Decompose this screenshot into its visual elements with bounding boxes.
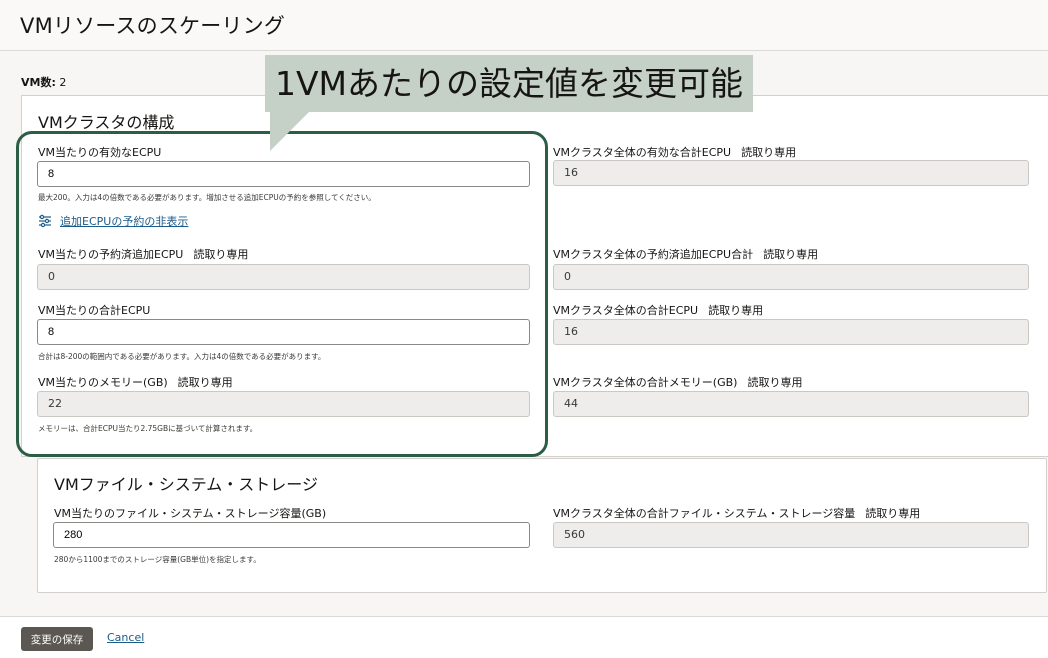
cluster-reserved-field: 0 (553, 264, 1029, 290)
page-title: VMリソースのスケーリング (20, 14, 286, 38)
cluster-ecpu-label-text: VMクラスタ全体の有効な合計ECPU (553, 146, 732, 159)
cluster-storage-label-text: VMクラスタ全体の合計ファイル・システム・ストレージ容量 (553, 507, 856, 520)
per-vm-storage-label: VM当たりのファイル・システム・ストレージ容量(GB) (54, 507, 327, 520)
highlight-box (16, 131, 548, 457)
cluster-total-label-text: VMクラスタ全体の合計ECPU (553, 304, 699, 317)
read-only-tag: 読取り専用 (763, 248, 819, 261)
vm-count-label: VM数: (21, 76, 56, 89)
per-vm-storage-hint: 280から1100までのストレージ容量(GB単位)を指定します。 (54, 555, 261, 564)
cancel-link[interactable]: Cancel (107, 631, 144, 644)
callout-box: 1VMあたりの設定値を変更可能 (265, 55, 753, 112)
vm-cluster-config-title: VMクラスタの構成 (38, 113, 175, 132)
cluster-reserved-label-text: VMクラスタ全体の予約済追加ECPU合計 (553, 248, 754, 261)
cluster-ecpu-field: 16 (553, 160, 1029, 186)
per-vm-storage-input[interactable] (53, 522, 530, 548)
vm-count: VM数: 2 (21, 74, 66, 90)
cluster-ecpu-label: VMクラスタ全体の有効な合計ECPU 読取り専用 (553, 144, 796, 160)
read-only-tag: 読取り専用 (741, 146, 797, 159)
cluster-reserved-label: VMクラスタ全体の予約済追加ECPU合計 読取り専用 (553, 246, 818, 262)
save-changes-button[interactable]: 変更の保存 (21, 627, 93, 651)
cluster-storage-field: 560 (553, 522, 1029, 548)
callout-tail (270, 111, 310, 151)
cluster-total-field: 16 (553, 319, 1029, 345)
cluster-memory-label: VMクラスタ全体の合計メモリー(GB) 読取り専用 (553, 374, 802, 390)
read-only-tag: 読取り専用 (865, 507, 921, 520)
read-only-tag: 読取り専用 (708, 304, 764, 317)
page-header: VMリソースのスケーリング (0, 0, 1048, 51)
cluster-storage-label: VMクラスタ全体の合計ファイル・システム・ストレージ容量 読取り専用 (553, 505, 920, 521)
vm-count-value: 2 (59, 76, 67, 89)
cluster-memory-label-text: VMクラスタ全体の合計メモリー(GB) (553, 376, 738, 389)
page-footer (0, 616, 1048, 658)
callout-text: 1VMあたりの設定値を変更可能 (274, 64, 744, 103)
storage-title: VMファイル・システム・ストレージ (54, 475, 318, 494)
cluster-memory-field: 44 (553, 391, 1029, 417)
read-only-tag: 読取り専用 (747, 376, 803, 389)
cluster-total-label: VMクラスタ全体の合計ECPU 読取り専用 (553, 302, 763, 318)
